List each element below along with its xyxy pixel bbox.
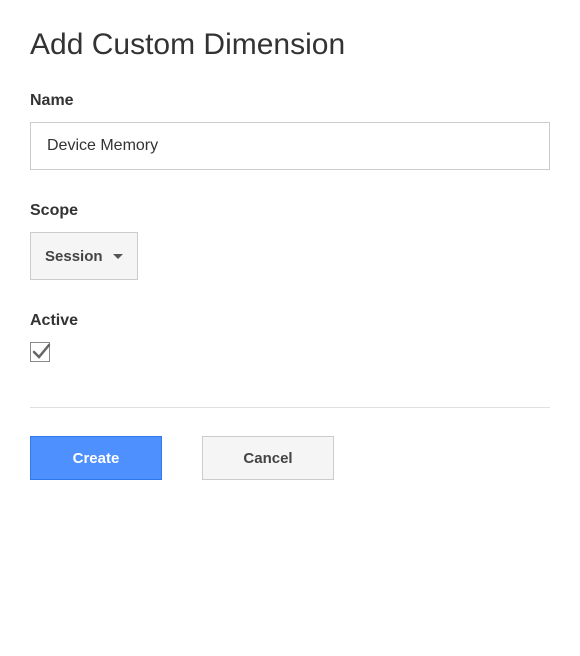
button-row: Create Cancel xyxy=(30,436,550,480)
active-checkbox[interactable] xyxy=(30,342,50,362)
active-field-group: Active xyxy=(30,312,550,367)
name-label: Name xyxy=(30,92,550,110)
scope-field-group: Scope Session xyxy=(30,202,550,280)
divider xyxy=(30,407,550,408)
page-title: Add Custom Dimension xyxy=(30,28,550,62)
scope-label: Scope xyxy=(30,202,550,220)
cancel-button[interactable]: Cancel xyxy=(202,436,334,480)
active-label: Active xyxy=(30,312,550,330)
name-input[interactable] xyxy=(30,122,550,170)
create-button[interactable]: Create xyxy=(30,436,162,480)
scope-dropdown[interactable]: Session xyxy=(30,232,138,280)
checkmark-icon xyxy=(31,342,51,362)
scope-selected-value: Session xyxy=(45,248,103,265)
chevron-down-icon xyxy=(113,254,123,259)
name-field-group: Name xyxy=(30,92,550,170)
